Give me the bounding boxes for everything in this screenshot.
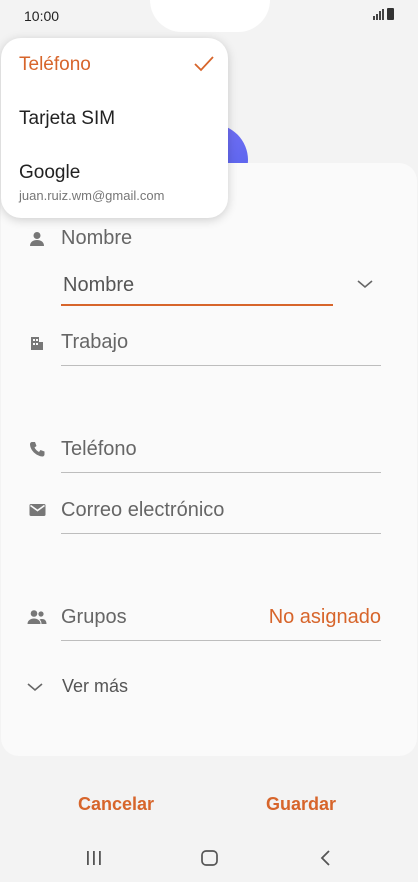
email-icon (26, 499, 48, 521)
home-icon[interactable] (201, 850, 218, 871)
chevron-down-icon[interactable] (356, 277, 374, 295)
chevron-down-icon[interactable] (26, 680, 44, 698)
signal-icon (373, 8, 384, 20)
checkmark-icon (193, 55, 215, 78)
name-input[interactable]: Nombre (63, 274, 134, 297)
status-icons (373, 8, 394, 20)
groups-label: Grupos (61, 606, 127, 628)
phone-icon (26, 438, 48, 460)
work-input-underline (61, 365, 381, 366)
popup-item-phone[interactable]: Teléfono (19, 54, 91, 76)
email-input-underline (61, 533, 381, 534)
email-input[interactable]: Correo electrónico (61, 499, 224, 522)
popup-item-sim[interactable]: Tarjeta SIM (19, 108, 115, 130)
battery-icon (387, 8, 394, 20)
status-bar: 10:00 (0, 0, 418, 34)
back-icon[interactable] (320, 850, 332, 871)
save-button[interactable]: Guardar (266, 794, 336, 815)
popup-item-google[interactable]: Google (19, 162, 80, 184)
groups-value[interactable]: No asignado (269, 606, 381, 629)
name-section-label: Nombre (61, 227, 133, 249)
popup-item-google-account: juan.ruiz.wm@gmail.com (19, 188, 165, 203)
work-input[interactable]: Trabajo (61, 331, 128, 354)
phone-input-underline (61, 472, 381, 473)
status-time: 10:00 (24, 8, 60, 24)
see-more-button[interactable]: Ver más (62, 676, 128, 697)
cancel-button[interactable]: Cancelar (78, 794, 154, 815)
phone-input[interactable]: Teléfono (61, 438, 137, 461)
group-icon (26, 606, 48, 628)
name-input-underline (61, 304, 333, 306)
camera-notch (150, 0, 270, 32)
account-picker-popup: Teléfono Tarjeta SIM Google juan.ruiz.wm… (1, 38, 228, 218)
recent-apps-icon[interactable] (86, 851, 102, 870)
building-icon (26, 332, 48, 354)
groups-underline (61, 640, 381, 641)
person-icon (26, 228, 48, 250)
navigation-bar (0, 836, 418, 882)
